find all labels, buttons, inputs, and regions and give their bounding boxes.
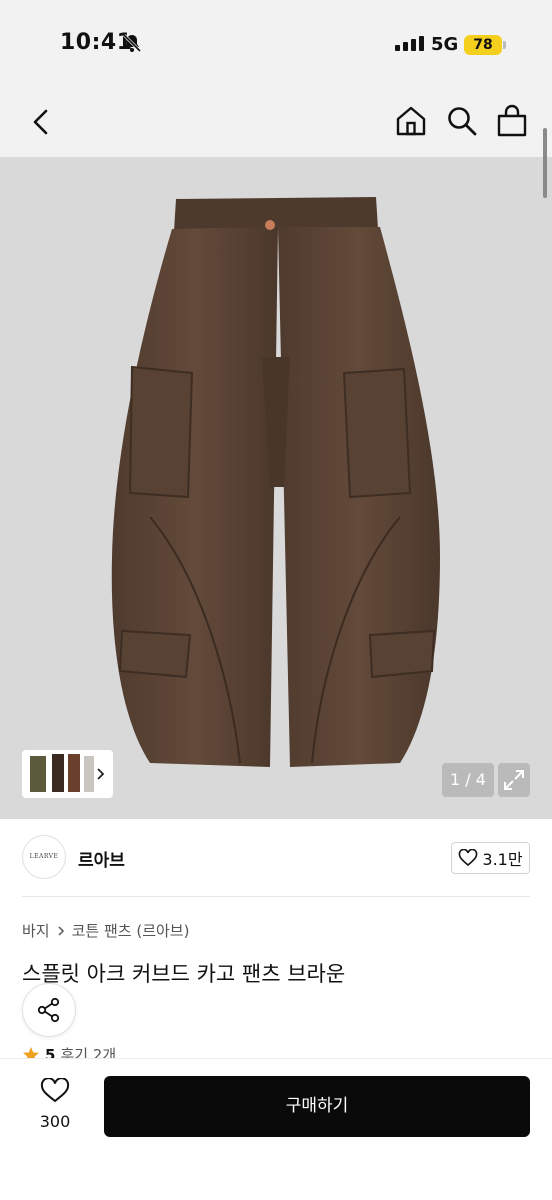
wishlist-count: 300	[39, 1112, 71, 1131]
buy-button[interactable]: 구매하기	[104, 1076, 530, 1137]
back-icon[interactable]	[26, 106, 58, 138]
product-image	[111, 197, 440, 767]
shop-like-count: 3.1만	[482, 850, 523, 869]
product-image-gallery[interactable]: 1 / 4	[0, 157, 552, 819]
share-icon	[37, 997, 60, 1023]
shopping-bag-icon[interactable]	[496, 104, 528, 138]
shop-name[interactable]: 르아브	[78, 846, 125, 871]
product-page: 10:41 5G 78 1 / 4 LEARVE 르아브 3.1만 바지 코튼 …	[0, 0, 552, 1200]
share-button[interactable]	[22, 983, 76, 1037]
expand-icon	[504, 770, 524, 790]
heart-icon	[459, 849, 478, 867]
shop-like-button[interactable]: 3.1만	[451, 842, 530, 874]
battery-icon: 78	[464, 35, 502, 55]
top-nav	[0, 90, 552, 157]
home-icon[interactable]	[394, 104, 428, 138]
network-label: 5G	[431, 34, 459, 55]
signal-icon	[395, 36, 424, 51]
silent-bell-icon	[122, 33, 142, 53]
breadcrumb: 바지 코튼 팬츠 (르아브)	[22, 920, 189, 941]
wishlist-button[interactable]: 300	[30, 1077, 80, 1131]
battery-cap	[503, 41, 506, 49]
image-counter: 1 / 4	[442, 763, 494, 797]
color-thumbnail-strip[interactable]	[22, 750, 113, 798]
expand-button[interactable]	[498, 763, 530, 797]
status-bar: 10:41 5G 78	[0, 0, 552, 90]
chevron-right-icon	[58, 925, 64, 936]
thumbnail-image	[30, 754, 105, 792]
search-icon[interactable]	[446, 105, 478, 137]
product-title: 스플릿 아크 커브드 카고 팬츠 브라운	[22, 962, 346, 986]
shop-logo[interactable]: LEARVE	[22, 835, 66, 879]
heart-icon	[40, 1077, 70, 1103]
breadcrumb-item[interactable]: 바지	[22, 920, 50, 941]
divider	[22, 896, 530, 897]
scrollbar[interactable]	[543, 128, 547, 198]
breadcrumb-item[interactable]: 코튼 팬츠 (르아브)	[72, 920, 190, 941]
